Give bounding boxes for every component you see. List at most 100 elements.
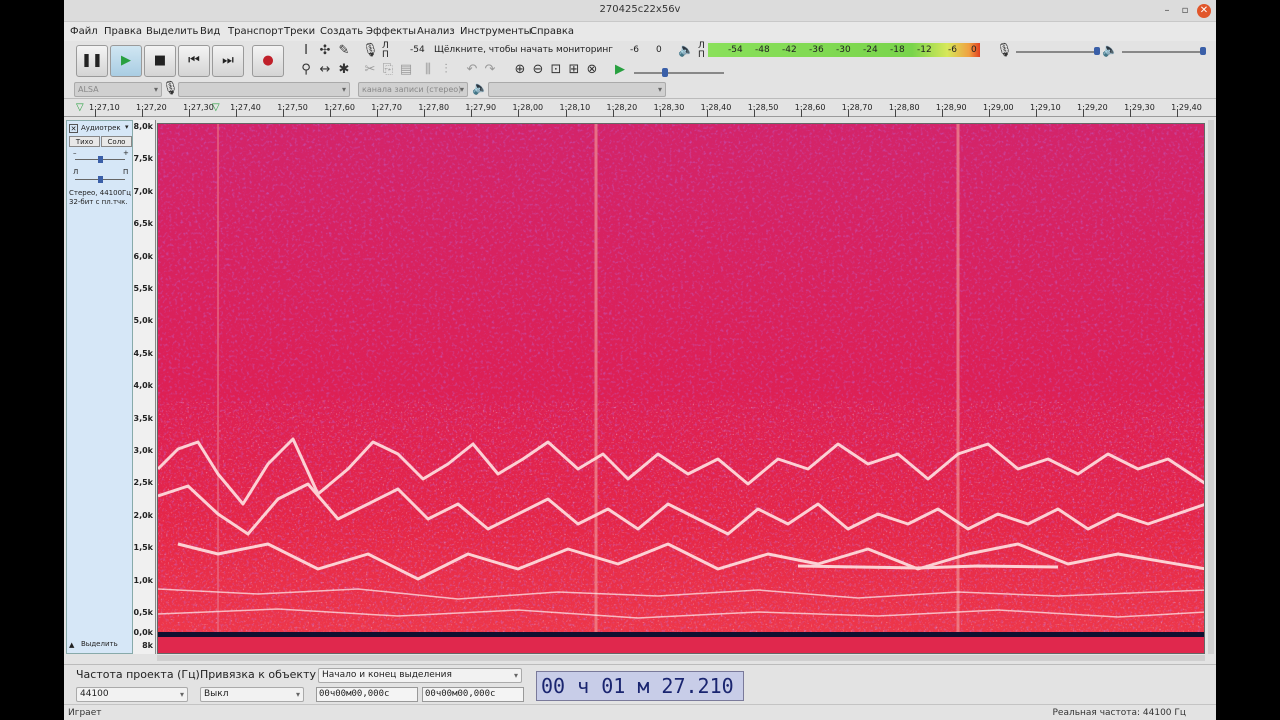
ruler-tick-mark <box>518 110 520 117</box>
vertical-scrollbar[interactable] <box>1208 120 1214 654</box>
menu-tools[interactable]: Инструменты <box>460 26 532 37</box>
timeshift-tool-icon[interactable]: ↔ <box>317 62 333 78</box>
ruler-tick-mark <box>565 110 567 117</box>
gain-thumb[interactable] <box>98 156 103 163</box>
paste-icon[interactable]: ▤ <box>398 62 414 78</box>
monitor-text[interactable]: Щёлкните, чтобы начать мониторинг <box>434 43 649 57</box>
collapse-icon[interactable]: ▲ <box>69 641 74 649</box>
ruler-tick-mark <box>894 110 896 117</box>
selection-tool-icon[interactable]: I <box>298 43 314 59</box>
chevron-down-icon: ▾ <box>295 690 300 699</box>
solo-button[interactable]: Соло <box>101 136 132 147</box>
multi-tool-icon[interactable]: ✱ <box>336 62 352 78</box>
channels-combo[interactable]: канала записи (стерео) ▾ <box>358 82 468 97</box>
zoom-out-icon[interactable]: ⊖ <box>530 62 546 78</box>
zoom-toggle-icon[interactable]: ⊗ <box>584 62 600 78</box>
horizontal-scrollbar[interactable] <box>157 655 1205 661</box>
ruler-tick-label: 1:27,10 <box>89 103 120 112</box>
ruler-tick-label: 1:27,70 <box>371 103 402 112</box>
copy-icon[interactable]: ⎘ <box>380 62 396 78</box>
track-name[interactable]: Аудиотрек <box>81 124 121 132</box>
trim-icon[interactable]: ⫼ <box>420 62 436 78</box>
audacity-window: 270425c22x56v – ▫ ✕ Файл Правка Выделить… <box>64 0 1216 720</box>
record-button[interactable]: ● <box>252 45 284 77</box>
status-bar: Играет Реальная частота: 44100 Гц <box>64 704 1216 720</box>
play-at-speed-icon[interactable]: ▶ <box>612 62 628 78</box>
play-volume-slider[interactable] <box>1122 51 1204 53</box>
undo-icon[interactable]: ↶ <box>464 62 480 78</box>
play-volume-speaker-icon: 🔈 <box>1102 43 1119 58</box>
menu-generate[interactable]: Создать <box>320 26 363 37</box>
maximize-icon[interactable]: ▫ <box>1178 4 1192 18</box>
cut-icon[interactable]: ✂ <box>362 62 378 78</box>
zoom-tool-icon[interactable]: ⚲ <box>298 62 314 78</box>
ruler-tick-label: 1:28,60 <box>794 103 826 112</box>
menu-select[interactable]: Выделить <box>146 26 198 37</box>
menu-file[interactable]: Файл <box>70 26 98 37</box>
pan-right: П <box>123 168 129 176</box>
menu-tracks[interactable]: Треки <box>284 26 315 37</box>
play-speed-thumb[interactable] <box>662 68 668 77</box>
select-track-button[interactable]: Выделить <box>81 640 118 648</box>
stop-button[interactable]: ■ <box>144 45 176 77</box>
minimize-icon[interactable]: – <box>1160 4 1174 18</box>
ruler-tick-label: 1:27,90 <box>465 103 497 112</box>
ruler-tick-label: 1:27,30 <box>183 103 214 112</box>
play-volume-thumb[interactable] <box>1200 47 1206 55</box>
chevron-down-icon[interactable]: ▾ <box>125 123 129 131</box>
timeline-ruler[interactable]: ▽ ▽ 1:27,10 1:27,20 1:27,30 1:27,40 1:27,50 1… <box>64 99 1216 117</box>
pan-thumb[interactable] <box>98 176 103 183</box>
spectrogram[interactable] <box>157 123 1205 654</box>
play-tick: -54 <box>728 45 743 55</box>
snap-combo[interactable]: Выкл ▾ <box>200 687 304 702</box>
ruler-tick-label: 1:28,80 <box>888 103 920 112</box>
menu-help[interactable]: Справка <box>530 26 574 37</box>
rec-volume-thumb[interactable] <box>1094 47 1100 55</box>
freq-label: 5,5k <box>133 284 154 293</box>
mute-button[interactable]: Тихо <box>69 136 100 147</box>
ruler-tick-mark <box>142 110 144 117</box>
play-tick: -42 <box>782 45 797 55</box>
ruler-tick-mark <box>706 110 708 117</box>
play-tick: -36 <box>809 45 824 55</box>
freq-label: 6,5k <box>133 219 154 229</box>
play-device-combo[interactable]: ▾ <box>488 82 666 97</box>
menu-edit[interactable]: Правка <box>104 26 142 37</box>
menu-view[interactable]: Вид <box>200 26 220 37</box>
freq-label: 4,0k <box>133 381 154 391</box>
ruler-tick-mark <box>377 110 379 117</box>
selection-start-field[interactable]: 00ч00м00,000с <box>316 687 418 702</box>
fit-project-icon[interactable]: ⊞ <box>566 62 582 78</box>
menu-analyze[interactable]: Анализ <box>417 26 455 37</box>
skip-start-button[interactable]: ⏮ <box>178 45 210 77</box>
audio-position-display[interactable]: 00 ч 01 м 27.210 с <box>536 671 744 720</box>
rec-volume-slider[interactable] <box>1016 51 1098 53</box>
play-button[interactable]: ▶ <box>110 45 142 77</box>
selection-end-field[interactable]: 00ч00м00,000с <box>422 687 524 702</box>
close-track-icon[interactable]: ✕ <box>69 124 78 133</box>
ruler-tick-mark <box>236 110 238 117</box>
track-control-panel: ✕ Аудиотрек ▾ Тихо Соло – + Л П Стерео, … <box>66 120 133 654</box>
draw-tool-icon[interactable]: ✎ <box>336 43 352 59</box>
skip-end-button[interactable]: ⏭ <box>212 45 244 77</box>
rec-device-combo[interactable]: ▾ <box>178 82 350 97</box>
play-speed-slider[interactable] <box>634 72 724 74</box>
silence-icon[interactable]: ⫶ <box>438 62 454 78</box>
ruler-tick-mark <box>283 110 285 117</box>
menu-transport[interactable]: Транспорт <box>228 26 283 37</box>
project-rate-combo[interactable]: 44100 ▾ <box>76 687 188 702</box>
zoom-in-icon[interactable]: ⊕ <box>512 62 528 78</box>
freq-label: 0,5k <box>133 608 154 617</box>
fit-selection-icon[interactable]: ⊡ <box>548 62 564 78</box>
play-head-icon[interactable]: ▽ <box>76 102 84 113</box>
close-icon[interactable]: ✕ <box>1197 4 1211 18</box>
selection-mode-combo[interactable]: Начало и конец выделения ▾ <box>318 668 522 683</box>
ruler-tick-label: 1:29,30 <box>1124 103 1155 112</box>
redo-icon[interactable]: ↷ <box>482 62 498 78</box>
host-combo[interactable]: ALSA ▾ <box>74 82 162 97</box>
menu-effects[interactable]: Эффекты <box>366 26 416 37</box>
channels-value: канала записи (стерео) <box>362 85 462 94</box>
envelope-tool-icon[interactable]: ✣ <box>317 43 333 59</box>
pause-button[interactable]: ❚❚ <box>76 45 108 77</box>
ruler-tick-mark <box>330 110 332 117</box>
